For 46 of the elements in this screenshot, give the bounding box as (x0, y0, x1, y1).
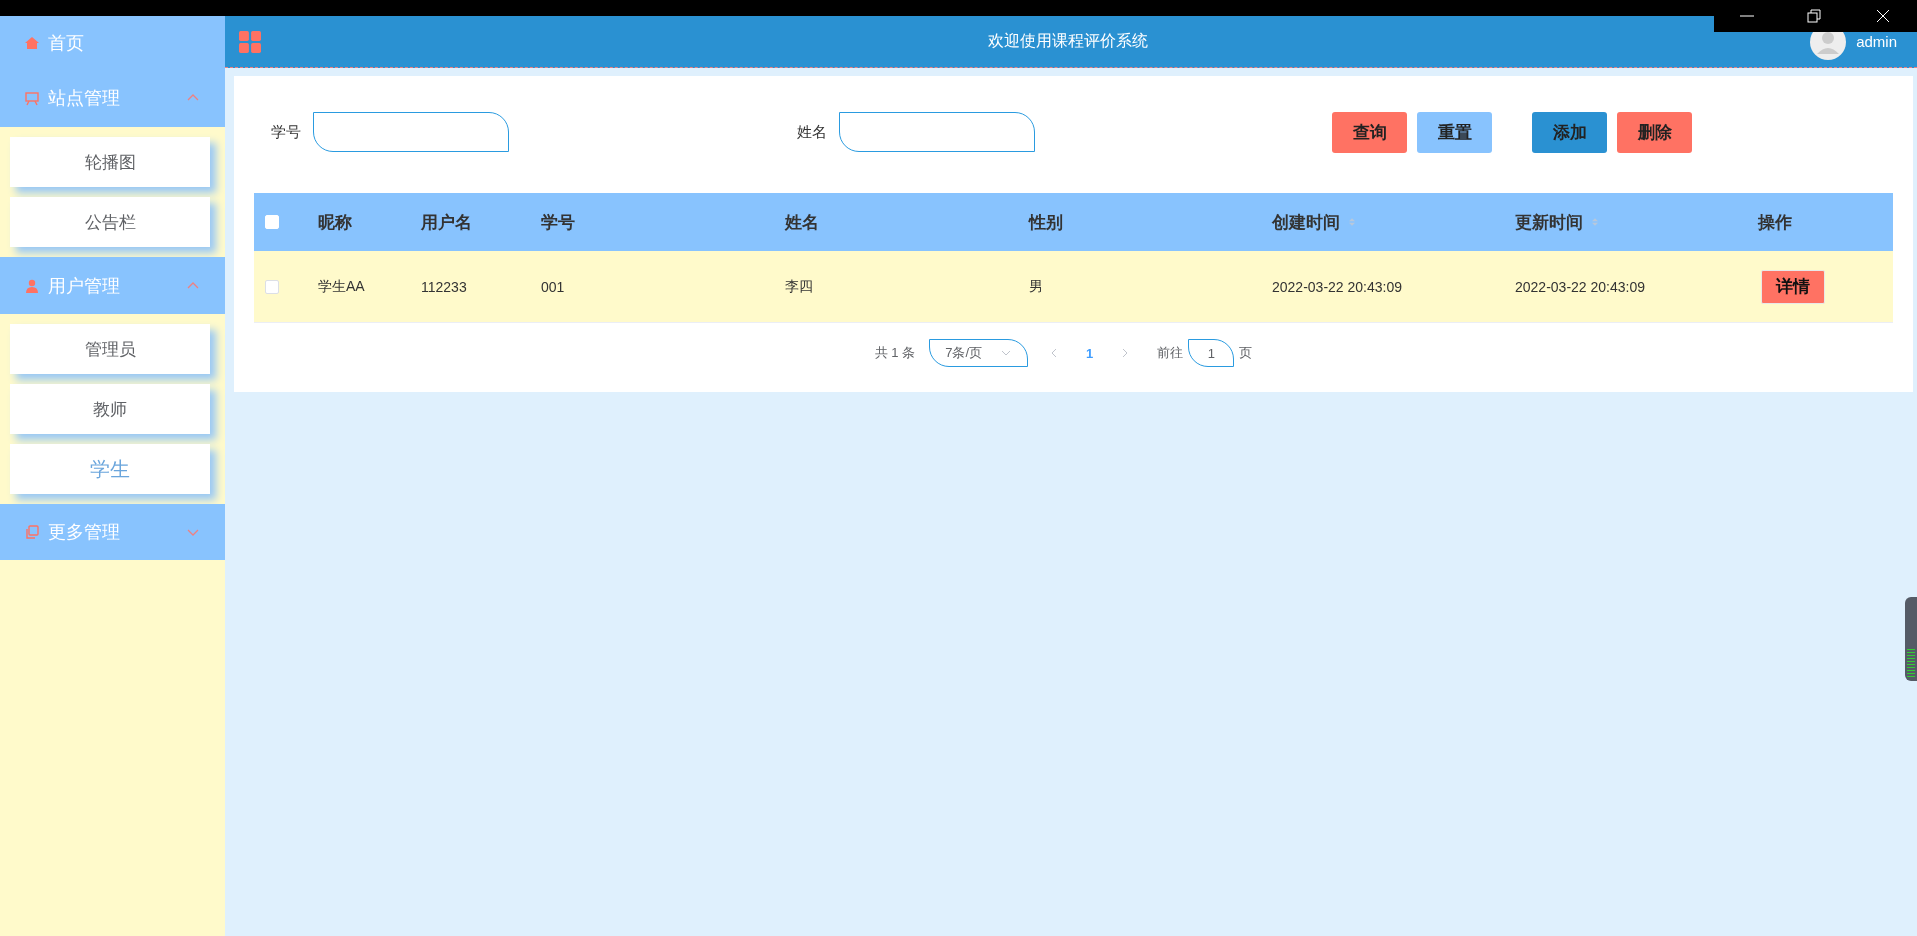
column-header: 创建时间 (1272, 211, 1340, 234)
home-icon (24, 34, 40, 51)
column-header: 操作 (1758, 211, 1792, 234)
toolbar-button[interactable]: 查询 (1332, 111, 1407, 153)
column-header: 姓名 (785, 211, 819, 234)
restore-icon (1806, 8, 1823, 24)
total-count: 共 1 条 (874, 344, 916, 362)
sidebar-subitem[interactable]: 公告栏 (10, 197, 210, 247)
sidebar-subitem[interactable]: 管理员 (10, 324, 210, 374)
table-cell: 2022-03-22 20:43:09 (1272, 278, 1402, 295)
field-label: 姓名 (797, 122, 827, 142)
column-header: 学号 (541, 211, 575, 234)
toolbar-button[interactable]: 重置 (1417, 111, 1492, 153)
easel-icon (24, 90, 40, 106)
table-cell: 112233 (421, 278, 467, 295)
goto-page-field[interactable]: 1 (1188, 339, 1235, 367)
field-label: 学号 (271, 122, 301, 142)
goto-label: 前往 (1157, 344, 1184, 362)
search-field[interactable] (839, 112, 1035, 152)
close-icon (1874, 8, 1891, 24)
table-cell: 男 (1029, 277, 1043, 294)
toolbar-button[interactable]: 删除 (1617, 111, 1692, 153)
select-all-checkbox[interactable] (265, 215, 279, 229)
copy-icon (24, 524, 40, 540)
minimize-icon[interactable] (1740, 15, 1755, 17)
person-icon (24, 277, 40, 294)
goto-suffix: 页 (1239, 344, 1253, 362)
details-button[interactable]: 详情 (1761, 269, 1825, 304)
user-name[interactable]: admin (1856, 33, 1897, 50)
search-field[interactable] (313, 112, 509, 152)
sidebar-subitem[interactable]: 轮播图 (10, 137, 210, 187)
table-cell: 学生AA (318, 277, 365, 294)
side-widget-icon[interactable] (1905, 597, 1917, 681)
column-header: 更新时间 (1515, 211, 1583, 234)
toolbar-button[interactable]: 添加 (1532, 111, 1607, 153)
column-header: 性别 (1029, 211, 1063, 234)
column-header: 用户名 (421, 211, 472, 234)
table-cell: 李四 (785, 277, 813, 294)
page-size-select[interactable]: 7条/页 (929, 339, 1029, 367)
table-cell: 2022-03-22 20:43:09 (1515, 278, 1645, 295)
grid-menu-icon (239, 30, 261, 53)
row-checkbox[interactable] (265, 279, 279, 294)
table-cell: 001 (541, 278, 565, 295)
sidebar-subitem[interactable]: 教师 (10, 384, 210, 434)
header-title: 欢迎使用课程评价系统 (988, 31, 1148, 51)
column-header: 昵称 (318, 211, 352, 234)
